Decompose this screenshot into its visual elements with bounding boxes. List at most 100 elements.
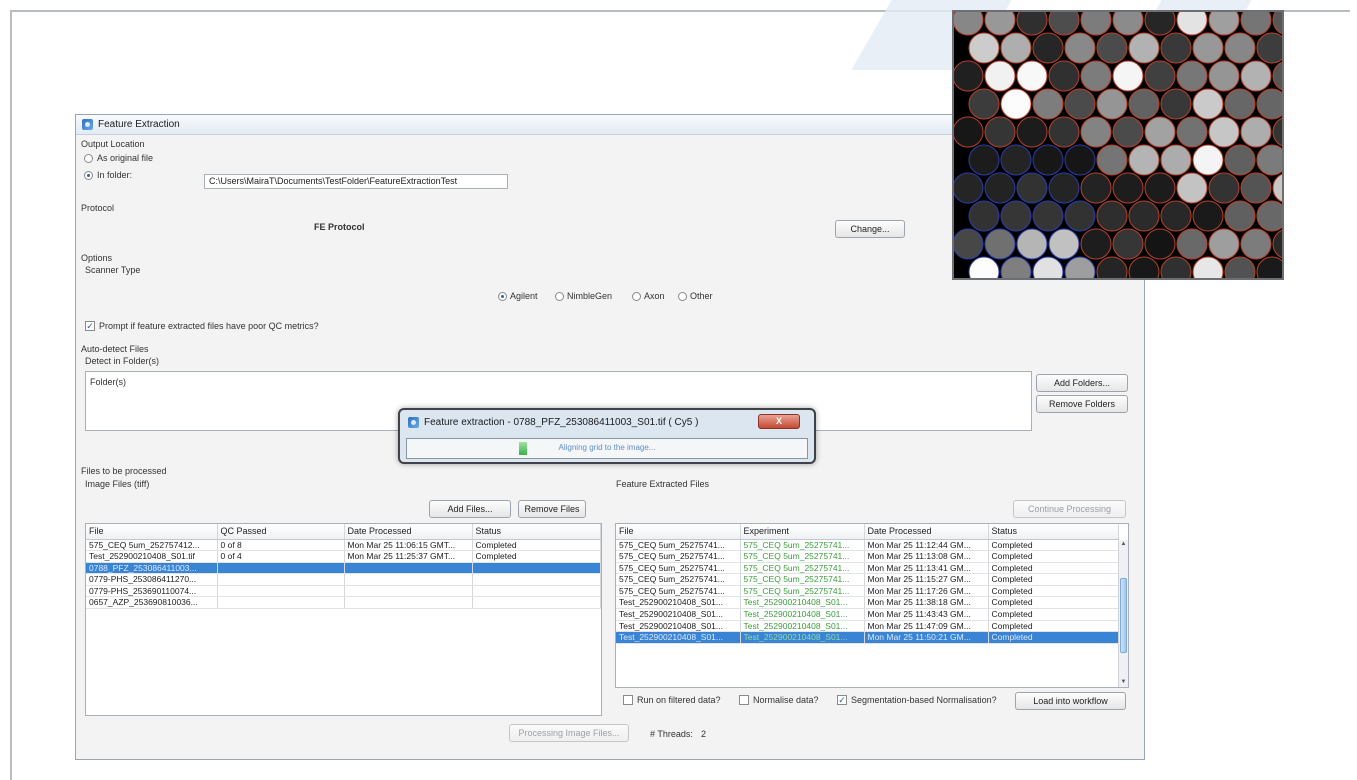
table-cell: Mon Mar 25 11:47:09 GM...: [864, 620, 989, 633]
array-spot: [1144, 60, 1176, 92]
array-spot: [1240, 12, 1272, 36]
image-files-table[interactable]: File QC Passed Date Processed Status 575_CE…: [85, 523, 602, 716]
array-spot: [1160, 256, 1192, 278]
extracted-files-table[interactable]: File Experiment Date Processed Status 575_C…: [615, 523, 1129, 688]
array-spot: [1176, 228, 1208, 260]
scroll-thumb[interactable]: [1120, 578, 1127, 653]
add-files-button[interactable]: Add Files...: [429, 500, 511, 518]
table-cell: 0779-PHS_253086411270...: [86, 573, 218, 586]
image-files-column-header[interactable]: File: [86, 524, 218, 540]
output-location-label: Output Location: [81, 139, 145, 149]
in-folder-radio[interactable]: [84, 171, 93, 180]
extracted-column-header[interactable]: Status: [988, 524, 1119, 540]
add-folders-button[interactable]: Add Folders...: [1036, 374, 1128, 392]
folders-header: Folder(s): [90, 377, 127, 387]
array-spot: [1224, 200, 1256, 232]
array-spot: [1048, 60, 1080, 92]
run-filtered-checkbox[interactable]: [623, 695, 633, 705]
array-spot: [1048, 172, 1080, 204]
table-row[interactable]: 575_CEQ 5um_25275741... 575_CEQ 5um_25275…: [616, 585, 1119, 598]
table-row[interactable]: Test_252900210408_S01.tif 0 of 4 Mon Mar 2…: [86, 550, 601, 563]
array-spot: [1128, 200, 1160, 232]
image-files-column-header[interactable]: QC Passed: [217, 524, 345, 540]
load-into-workflow-button[interactable]: Load into workflow: [1015, 692, 1126, 710]
dialog-app-icon: [408, 417, 419, 428]
progress-dialog-titlebar[interactable]: Feature extraction - 0788_PFZ_2530864110…: [408, 417, 698, 428]
remove-folders-button[interactable]: Remove Folders: [1036, 395, 1128, 413]
table-row[interactable]: 575_CEQ 5um_25275741... 575_CEQ 5um_25275…: [616, 539, 1119, 552]
continue-processing-button[interactable]: Continue Processing: [1013, 500, 1126, 518]
segmentation-checkbox[interactable]: ✓: [837, 695, 847, 705]
image-files-column-header[interactable]: Date Processed: [344, 524, 473, 540]
table-cell: [344, 585, 473, 598]
change-protocol-button[interactable]: Change...: [835, 220, 905, 238]
extracted-column-header[interactable]: Experiment: [740, 524, 865, 540]
table-row[interactable]: 575_CEQ 5um_25275741... 575_CEQ 5um_25275…: [616, 573, 1119, 586]
table-row[interactable]: Test_252900210408_S01... Test_25290021040…: [616, 620, 1119, 633]
array-spot: [1112, 172, 1144, 204]
table-cell: Test_252900210408_S01...: [616, 620, 741, 633]
normalise-checkbox[interactable]: [739, 695, 749, 705]
array-spot: [1064, 144, 1096, 176]
threads-label: # Threads:: [650, 729, 693, 739]
table-cell: [472, 573, 601, 586]
table-row[interactable]: 575_CEQ 5um_25275741... 575_CEQ 5um_25275…: [616, 550, 1119, 563]
table-cell: 575_CEQ 5um_25275741...: [616, 562, 741, 575]
table-cell: [344, 573, 473, 586]
empty-row: [86, 630, 601, 641]
scroll-down-icon[interactable]: ▼: [1119, 678, 1128, 687]
array-spot: [1160, 200, 1192, 232]
folder-path-field[interactable]: C:\Users\MairaT\Documents\TestFolder\Fea…: [204, 174, 508, 189]
extracted-table-scrollbar[interactable]: ▲ ▼: [1118, 540, 1128, 687]
dialog-close-icon[interactable]: X: [758, 414, 800, 429]
scanner-agilent-radio[interactable]: [498, 292, 507, 301]
table-cell: Test_252900210408_S01...: [740, 608, 865, 621]
table-row[interactable]: Test_252900210408_S01... Test_25290021040…: [616, 608, 1119, 621]
image-files-label: Image Files (tiff): [85, 479, 150, 489]
table-row[interactable]: 575_CEQ 5um_252757412... 0 of 8 Mon Mar 25…: [86, 539, 601, 552]
array-spot: [1032, 200, 1064, 232]
array-spot: [1144, 172, 1176, 204]
scanner-other-radio[interactable]: [678, 292, 687, 301]
table-row[interactable]: 575_CEQ 5um_25275741... 575_CEQ 5um_25275…: [616, 562, 1119, 575]
image-files-column-header[interactable]: Status: [472, 524, 601, 540]
array-spot: [968, 88, 1000, 120]
array-spot: [1256, 200, 1282, 232]
table-cell: [472, 562, 601, 575]
table-row[interactable]: Test_252900210408_S01... Test_25290021040…: [616, 631, 1119, 644]
array-spot: [1096, 256, 1128, 278]
array-spot: [1240, 172, 1272, 204]
table-row[interactable]: 0657_AZP_253690810036...: [86, 596, 601, 610]
array-spot: [1032, 88, 1064, 120]
scanner-nimblegen-radio[interactable]: [555, 292, 564, 301]
scanner-type-label: Scanner Type: [85, 265, 141, 275]
table-cell: Test_252900210408_S01...: [740, 631, 865, 644]
prompt-qc-checkbox[interactable]: ✓: [85, 321, 95, 331]
array-spot: [1016, 12, 1048, 36]
remove-files-button[interactable]: Remove Files: [518, 500, 586, 518]
table-cell: Test_252900210408_S01...: [740, 596, 865, 610]
run-filtered-label: Run on filtered data?: [637, 695, 721, 705]
table-row[interactable]: 0779-PHS_253690110074...: [86, 585, 601, 598]
table-row[interactable]: Test_252900210408_S01... Test_25290021040…: [616, 596, 1119, 610]
table-cell: Completed: [988, 539, 1119, 552]
processing-image-files-button[interactable]: Processing Image Files...: [509, 724, 629, 742]
array-spot: [968, 144, 1000, 176]
array-spot: [954, 228, 984, 260]
array-spot: [1240, 60, 1272, 92]
extracted-column-header[interactable]: Date Processed: [864, 524, 989, 540]
extracted-column-header[interactable]: File: [616, 524, 741, 540]
array-spot: [1176, 60, 1208, 92]
scroll-up-icon[interactable]: ▲: [1119, 540, 1128, 549]
protocol-label: Protocol: [81, 203, 115, 213]
table-row[interactable]: 0779-PHS_253086411270...: [86, 573, 601, 586]
table-row[interactable]: 0788_PFZ_253086411003...: [86, 562, 601, 575]
scanner-axon-radio[interactable]: [632, 292, 641, 301]
array-spot: [954, 60, 984, 92]
array-spot: [1096, 144, 1128, 176]
array-spot: [1032, 144, 1064, 176]
array-spot: [1224, 32, 1256, 64]
table-cell: Completed: [988, 585, 1119, 598]
as-original-radio[interactable]: [84, 154, 93, 163]
table-cell: Mon Mar 25 11:06:15 GMT...: [344, 539, 473, 552]
